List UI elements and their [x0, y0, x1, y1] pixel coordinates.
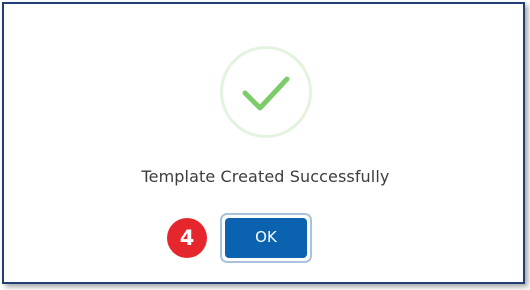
- ok-button-label: OK: [225, 218, 307, 258]
- success-indicator: [220, 46, 312, 138]
- success-dialog: Template Created Successfully 4 OK: [2, 2, 525, 284]
- ok-button[interactable]: OK: [220, 213, 312, 263]
- checkmark-icon: [242, 76, 290, 111]
- step-number-badge: 4: [167, 218, 207, 258]
- success-message: Template Created Successfully: [141, 167, 390, 186]
